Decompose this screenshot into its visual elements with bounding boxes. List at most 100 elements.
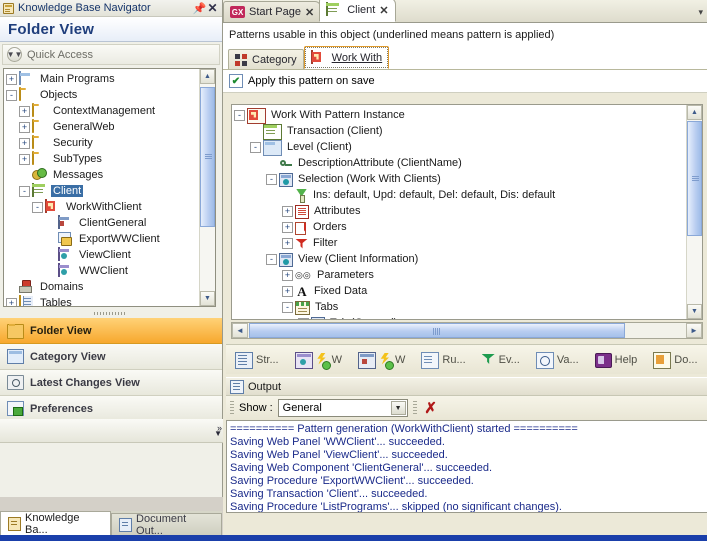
pattern-tree-node[interactable]: - Level (Client) [234,139,686,156]
pattern-tree-node[interactable]: - Tab (General) [234,315,686,319]
toolbar-button-events[interactable]: Ev... [478,348,524,372]
tree-node[interactable]: - Objects [6,87,199,103]
pattern-tree-node[interactable]: - Tabs [234,299,686,315]
tree-expander[interactable]: - [6,89,17,101]
toolbar-button-rules[interactable]: Ru... [417,348,469,372]
tree-node[interactable]: + ContextManagement [6,103,199,119]
tree-expander[interactable]: - [298,317,309,319]
pattern-tree-node[interactable]: + Filter [234,235,686,251]
pattern-tree-node[interactable]: + A Fixed Data [234,283,686,299]
toolbar-button-help[interactable]: Help [591,348,642,372]
pattern-tree-scrollbar[interactable]: ▲ ▼ [686,105,702,319]
nav-button-folder-view[interactable]: Folder View [0,318,222,344]
folder-tree[interactable]: + Main Programs - Objects + ContextManagement… [3,68,216,307]
icon-orders [295,221,308,235]
pattern-tab-work-with[interactable]: Work With [303,46,390,69]
toolbar-button-variables[interactable]: Va... [532,348,583,372]
tree-expander[interactable]: + [19,105,30,117]
scroll-down-button[interactable]: ▼ [200,291,215,306]
output-log[interactable]: ========== Pattern generation (WorkWithC… [226,420,707,513]
tree-node[interactable]: - Client [6,183,199,199]
scroll-left-button[interactable]: ◄ [232,323,248,338]
nav-button-category-view[interactable]: Category View [0,344,222,370]
folder-tree-items: + Main Programs - Objects + ContextManagement… [4,69,199,306]
pin-icon[interactable]: 📌 [193,2,207,15]
pattern-tree-node[interactable]: + ◎◎ Parameters [234,267,686,283]
chevron-down-icon[interactable]: ▼ [390,401,406,415]
apply-pattern-row[interactable]: ✔ Apply this pattern on save [223,70,707,93]
tree-node-icon [58,263,74,278]
toolbar-button-structure[interactable]: Str... [231,348,283,372]
panel-splitter[interactable] [3,310,216,317]
tree-expander[interactable]: + [282,285,293,297]
tree-expander[interactable]: - [32,201,43,213]
pattern-instance-tree[interactable]: - Work With Pattern Instance Transaction (… [231,104,703,320]
dock-tab-document-outline[interactable]: Document Out... [111,513,222,537]
dock-tab-knowledge-base[interactable]: Knowledge Ba... [0,511,112,536]
tree-node[interactable]: Domains [6,279,199,295]
navigator-overflow[interactable]: » ▼ [0,419,230,443]
tree-expander[interactable]: - [266,173,277,185]
tree-expander[interactable]: - [19,185,30,197]
toolbar-button-documentation[interactable]: Do... [649,348,701,372]
tree-expander[interactable]: + [282,205,293,217]
tree-node[interactable]: + Main Programs [6,71,199,87]
tab-list-menu-icon[interactable]: ▾ [698,7,703,18]
editor-tab-client[interactable]: Client ✕ [319,0,396,22]
toolbar-button-web-form[interactable]: W [354,348,409,372]
close-tab-icon[interactable]: ✕ [379,4,388,17]
output-filter-select[interactable]: General ▼ [277,399,408,417]
tree-node[interactable]: ExportWWClient [6,231,199,247]
editor-tab-start-page[interactable]: GX Start Page ✕ [223,1,322,22]
pattern-tab-category[interactable]: Category [228,49,304,69]
tree-node[interactable]: + SubTypes [6,151,199,167]
tree-expander[interactable]: + [282,237,293,249]
tree-node[interactable]: WWClient [6,263,199,279]
tree-expander[interactable]: + [6,297,17,306]
pattern-tree-node[interactable]: - Work With Pattern Instance [234,107,686,124]
folder-tree-scrollbar[interactable]: ▲ ▼ [199,69,215,306]
quick-access-bar[interactable]: ▼▼ Quick Access [2,44,220,65]
nav-button-latest-changes-view[interactable]: Latest Changes View [0,370,222,396]
tree-expander[interactable]: + [282,221,293,233]
close-tab-icon[interactable]: ✕ [305,6,314,19]
scroll-up-button[interactable]: ▲ [687,105,702,120]
pattern-tree-node[interactable]: Ins: default, Upd: default, Del: default… [234,187,686,203]
tree-expander[interactable]: - [250,141,261,153]
pattern-tree-hscrollbar[interactable]: ◄ ► [231,322,703,339]
tree-expander[interactable]: + [282,269,293,281]
close-icon[interactable]: ✕ [206,1,219,15]
scroll-up-button[interactable]: ▲ [200,69,215,84]
tree-expander[interactable]: - [234,109,245,121]
scroll-thumb[interactable] [200,87,215,227]
toolbar-button-web-panel[interactable]: W [291,348,346,372]
scroll-right-button[interactable]: ► [686,323,702,338]
scroll-down-button[interactable]: ▼ [687,304,702,319]
nav-button-label: Category View [30,350,106,363]
tree-expander[interactable]: + [6,73,17,85]
tree-expander[interactable]: - [282,301,293,313]
tree-expander[interactable]: + [19,137,30,149]
tree-node[interactable]: - WorkWithClient [6,199,199,215]
pattern-tree-node[interactable]: Transaction (Client) [234,123,686,140]
pattern-tree-node[interactable]: DescriptionAttribute (ClientName) [234,155,686,171]
tree-expander[interactable]: - [266,253,277,265]
scroll-thumb[interactable] [687,121,702,236]
pattern-tree-node[interactable]: - Selection (Work With Clients) [234,171,686,187]
tree-node[interactable]: Messages [6,167,199,183]
tree-expander[interactable]: + [19,121,30,133]
tree-expander[interactable]: + [19,153,30,165]
pattern-tree-node[interactable]: + Attributes [234,203,686,219]
clear-output-icon[interactable]: ✗ [422,399,440,417]
pattern-tree-node[interactable]: - View (Client Information) [234,251,686,267]
tree-node[interactable]: ClientGeneral [6,215,199,231]
tree-node[interactable]: + Security [6,135,199,151]
tree-node[interactable]: + GeneralWeb [6,119,199,135]
apply-pattern-checkbox[interactable]: ✔ [229,74,243,88]
tree-node[interactable]: + Tables [6,295,199,306]
pattern-tree-node[interactable]: + Orders [234,219,686,235]
hscroll-thumb[interactable] [249,323,625,338]
pattern-tree-label: Fixed Data [314,285,368,297]
tree-node[interactable]: ViewClient [6,247,199,263]
toolbar-grip[interactable] [230,400,234,416]
